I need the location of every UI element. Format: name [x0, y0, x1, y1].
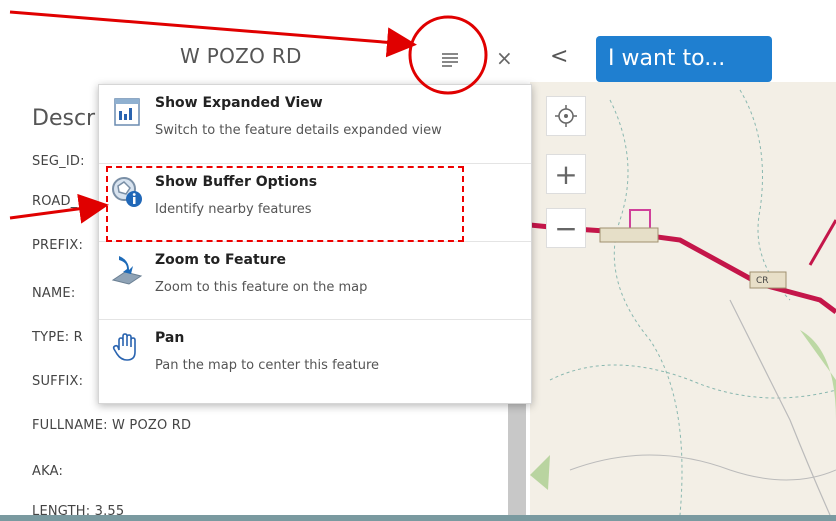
field-prefix: PREFIX:: [32, 238, 84, 253]
bottom-strip: [0, 515, 836, 521]
menu-item-label: Show Expanded View: [155, 95, 323, 111]
page-title: W POZO RD: [180, 44, 302, 68]
locate-button[interactable]: [546, 96, 586, 136]
menu-item-description: Identify nearby features: [155, 202, 312, 217]
back-button[interactable]: <: [550, 44, 568, 69]
menu-item-description: Pan the map to center this feature: [155, 358, 380, 373]
field-type: TYPE: R: [32, 330, 83, 345]
hamburger-menu-icon: [442, 53, 458, 67]
crosshair-icon: [555, 105, 577, 127]
zoom-to-feature-icon: [111, 256, 143, 285]
menu-item-zoom-to-feature[interactable]: Zoom to Feature Zoom to this feature on …: [99, 241, 531, 319]
field-suffix: SUFFIX:: [32, 374, 84, 389]
menu-item-pan[interactable]: Pan Pan the map to center this feature: [99, 319, 531, 397]
menu-item-label: Show Buffer Options: [155, 174, 318, 190]
close-button[interactable]: ×: [496, 46, 513, 70]
i-want-to-button[interactable]: I want to...: [596, 36, 772, 82]
menu-item-label: Zoom to Feature: [155, 252, 287, 268]
zoom-out-button[interactable]: −: [546, 208, 586, 248]
field-fullname: FULLNAME: W POZO RD: [32, 418, 192, 433]
field-name: NAME:: [32, 286, 76, 301]
panel-header: W POZO RD ×: [0, 0, 530, 84]
field-aka: AKA:: [32, 464, 64, 479]
menu-item-description: Zoom to this feature on the map: [155, 280, 368, 295]
menu-item-label: Pan: [155, 330, 185, 346]
pan-hand-icon: [112, 333, 136, 361]
field-road: ROAD_: [32, 194, 78, 209]
zoom-in-button[interactable]: +: [546, 154, 586, 194]
expanded-view-icon: [114, 98, 140, 126]
map-view[interactable]: < I want to... CR + −: [530, 0, 836, 515]
description-heading: Descr: [32, 106, 96, 131]
menu-item-show-buffer-options[interactable]: Show Buffer Options Identify nearby feat…: [99, 163, 531, 241]
menu-item-show-expanded-view[interactable]: Show Expanded View Switch to the feature…: [99, 85, 531, 163]
actions-menu: Show Expanded View Switch to the feature…: [98, 84, 532, 404]
buffer-options-icon: [112, 177, 142, 207]
menu-button[interactable]: [440, 50, 460, 70]
map-label: CR: [756, 276, 769, 286]
field-seg-id: SEG_ID:: [32, 154, 85, 169]
menu-item-description: Switch to the feature details expanded v…: [155, 123, 442, 138]
